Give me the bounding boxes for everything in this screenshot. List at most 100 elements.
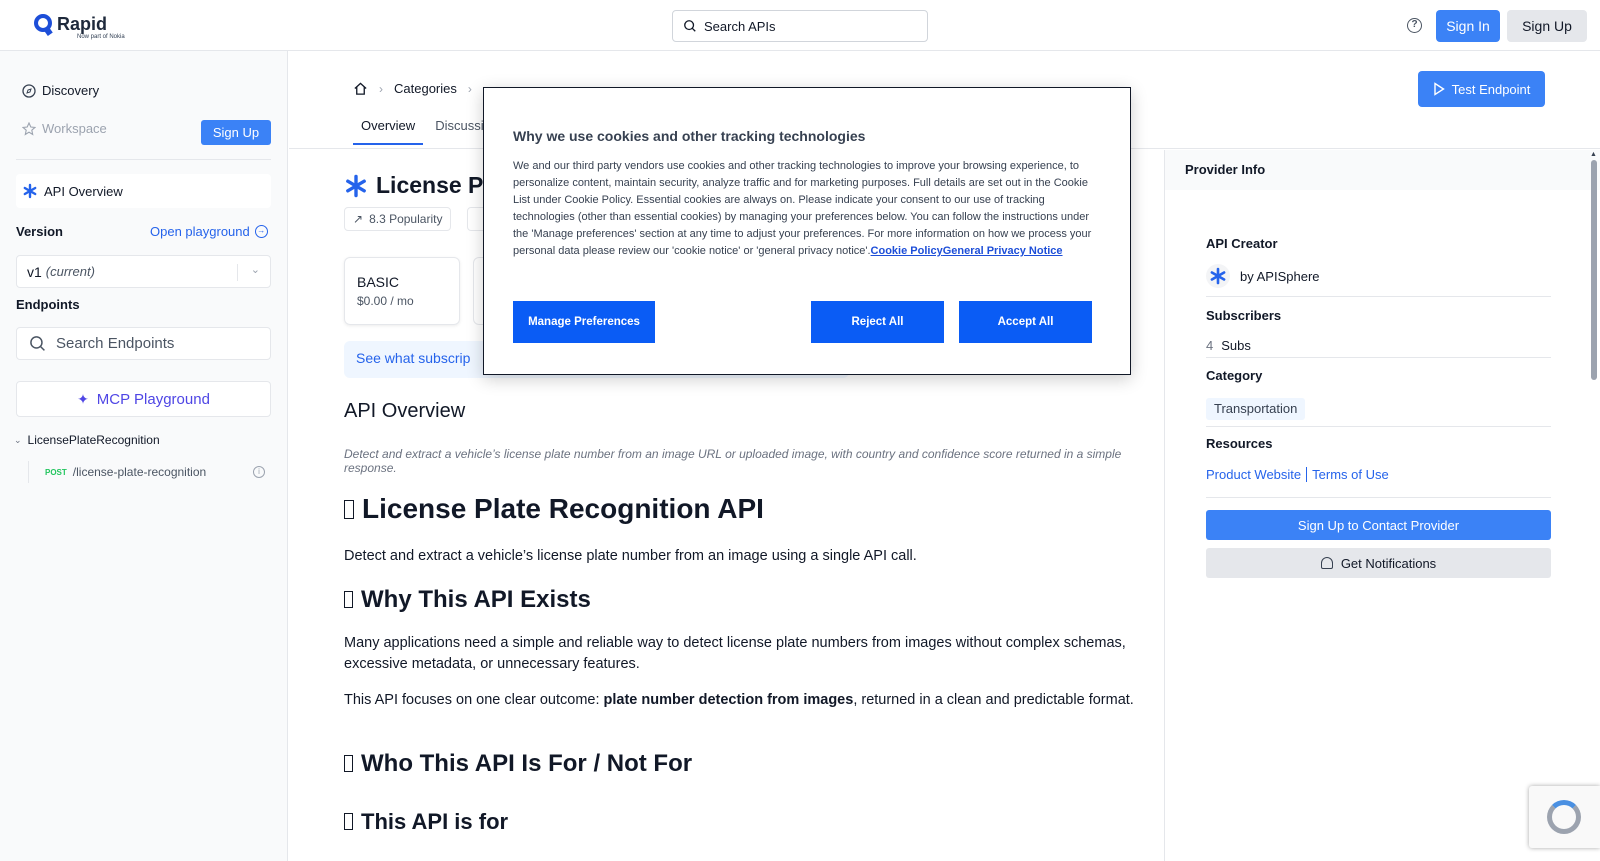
sidebar-item-api-overview[interactable]: API Overview xyxy=(16,174,271,208)
contact-provider-button[interactable]: Sign Up to Contact Provider xyxy=(1206,510,1551,540)
paragraph: This API focuses on one clear outcome: p… xyxy=(344,690,1144,711)
divider xyxy=(1206,497,1551,498)
cookie-body-text: We and our third party vendors use cooki… xyxy=(513,160,1092,257)
divider xyxy=(16,159,271,160)
version-label: Version xyxy=(16,224,63,239)
sidebar: Discovery Workspace Sign Up API Overview… xyxy=(0,51,288,861)
logo-subtitle: Now part of Nokia xyxy=(77,34,125,40)
subscribers-unit: Subs xyxy=(1221,338,1251,353)
rapid-logo-icon xyxy=(34,14,53,36)
version-select[interactable]: v1 (current) ⌄ xyxy=(16,255,271,288)
sidebar-item-label: Discovery xyxy=(42,83,100,98)
divider xyxy=(1206,426,1551,427)
provider-info-header: Provider Info xyxy=(1165,150,1600,190)
compass-icon xyxy=(22,83,36,98)
breadcrumb-categories[interactable]: Categories xyxy=(394,81,457,96)
api-logo-icon xyxy=(1210,267,1226,285)
mcp-playground-button[interactable]: ✦ MCP Playground xyxy=(16,381,271,417)
heading-text: License Plate Recognition API xyxy=(362,493,764,524)
product-website-link[interactable]: Product Website xyxy=(1206,467,1301,482)
api-logo-icon xyxy=(346,174,366,197)
sign-in-button[interactable]: Sign In xyxy=(1436,10,1500,42)
api-logo-icon xyxy=(23,183,37,199)
cookie-consent-dialog: Why we use cookies and other tracking te… xyxy=(483,87,1131,375)
heading-text: Why This API Exists xyxy=(361,586,591,613)
api-description: Detect and extract a vehicle’s license p… xyxy=(344,447,1122,475)
bell-icon xyxy=(1320,557,1333,569)
sign-up-button[interactable]: Sign Up xyxy=(1507,10,1587,42)
plan-card-basic[interactable]: BASIC $0.00 / mo xyxy=(344,257,460,325)
divider xyxy=(237,264,238,281)
paragraph-bold: plate number detection from images xyxy=(603,692,854,708)
paragraph-text: , returned in a clean and predictable fo… xyxy=(853,692,1134,708)
method-badge: POST xyxy=(45,467,67,477)
rapid-logo[interactable]: Rapid Now part of Nokia xyxy=(34,14,125,40)
accept-all-button[interactable]: Accept All xyxy=(959,301,1092,343)
open-playground-label: Open playground xyxy=(150,224,250,239)
category-label: Category xyxy=(1206,368,1263,383)
api-title: License P xyxy=(376,172,484,198)
search-apis-input[interactable]: Search APIs xyxy=(672,10,928,42)
endpoint-group-toggle[interactable]: ⌄ LicensePlateRecognition xyxy=(14,433,160,447)
help-icon[interactable]: ? xyxy=(1407,18,1422,33)
sidebar-item-label: Workspace xyxy=(42,121,107,136)
version-value: v1 xyxy=(27,263,42,280)
cookie-policy-link[interactable]: Cookie Policy xyxy=(871,245,943,257)
chevron-down-icon: ⌄ xyxy=(14,434,22,445)
divider xyxy=(1206,296,1551,297)
terms-of-use-link[interactable]: Terms of Use xyxy=(1312,467,1389,482)
privacy-notice-link[interactable]: General Privacy Notice xyxy=(943,245,1063,257)
search-icon xyxy=(30,336,45,351)
category-badge[interactable]: Transportation xyxy=(1206,398,1306,420)
popularity-badge: ↗ 8.3 Popularity xyxy=(344,207,452,231)
api-creator[interactable]: by APISphere xyxy=(1206,264,1320,288)
manage-preferences-button[interactable]: Manage Preferences xyxy=(513,301,655,343)
endpoint-path: /license-plate-recognition xyxy=(72,465,207,479)
chevron-right-icon: › xyxy=(467,81,472,96)
readme-heading: License Plate Recognition API xyxy=(344,493,764,525)
subscribers-count: 4 Subs xyxy=(1206,338,1251,353)
paragraph: Many applications need a simple and reli… xyxy=(344,635,1126,672)
sparkle-icon: ✦ xyxy=(77,390,89,407)
divider xyxy=(1206,357,1551,358)
trending-up-icon: ↗ xyxy=(353,212,364,226)
tab-overview[interactable]: Overview xyxy=(353,110,424,145)
scroll-up-arrow[interactable]: ▲ xyxy=(1590,151,1597,158)
paragraph-text: This API focuses on one clear outcome: xyxy=(344,692,604,708)
emoji-icon xyxy=(344,755,353,772)
search-icon xyxy=(684,20,696,32)
info-icon[interactable]: i xyxy=(253,466,265,478)
emoji-icon xyxy=(344,813,353,830)
arrow-right-icon: → xyxy=(254,225,268,238)
search-endpoints-input[interactable]: Search Endpoints xyxy=(16,327,271,360)
endpoint-item[interactable]: POST /license-plate-recognition i xyxy=(45,465,265,479)
cookie-title: Why we use cookies and other tracking te… xyxy=(513,128,866,144)
home-icon[interactable] xyxy=(353,81,368,96)
sidebar-item-discovery[interactable]: Discovery xyxy=(22,83,99,98)
plan-price: $0.00 / mo xyxy=(357,294,414,308)
subscribers-number: 4 xyxy=(1206,338,1214,353)
api-title-row: License P xyxy=(344,172,483,199)
subscribers-label: Subscribers xyxy=(1206,308,1282,323)
breadcrumb: › Categories › xyxy=(353,81,483,96)
tab-discussions[interactable]: Discussi xyxy=(427,110,491,145)
heading-text: This API is for xyxy=(361,809,509,834)
sidebar-item-workspace[interactable]: Workspace xyxy=(22,121,107,136)
recaptcha-badge[interactable] xyxy=(1529,786,1600,848)
scrollbar[interactable] xyxy=(1591,160,1597,380)
sidebar-sign-up-button[interactable]: Sign Up xyxy=(201,120,271,145)
section-title: API Overview xyxy=(344,400,466,422)
endpoints-label: Endpoints xyxy=(16,297,80,312)
get-notifications-button[interactable]: Get Notifications xyxy=(1206,548,1551,578)
emoji-icon xyxy=(344,500,354,519)
test-endpoint-label: Test Endpoint xyxy=(1451,81,1531,97)
chevron-right-icon: › xyxy=(379,81,383,96)
provider-info-panel: Provider Info API Creator by APISphere S… xyxy=(1164,150,1600,861)
resources-links: Product Website Terms of Use xyxy=(1206,467,1389,482)
reject-all-button[interactable]: Reject All xyxy=(811,301,944,343)
plan-name: BASIC xyxy=(357,274,400,290)
play-icon xyxy=(1433,82,1445,96)
test-endpoint-button[interactable]: Test Endpoint xyxy=(1418,71,1545,107)
search-placeholder: Search APIs xyxy=(704,18,776,34)
open-playground-link[interactable]: Open playground → xyxy=(150,224,268,239)
